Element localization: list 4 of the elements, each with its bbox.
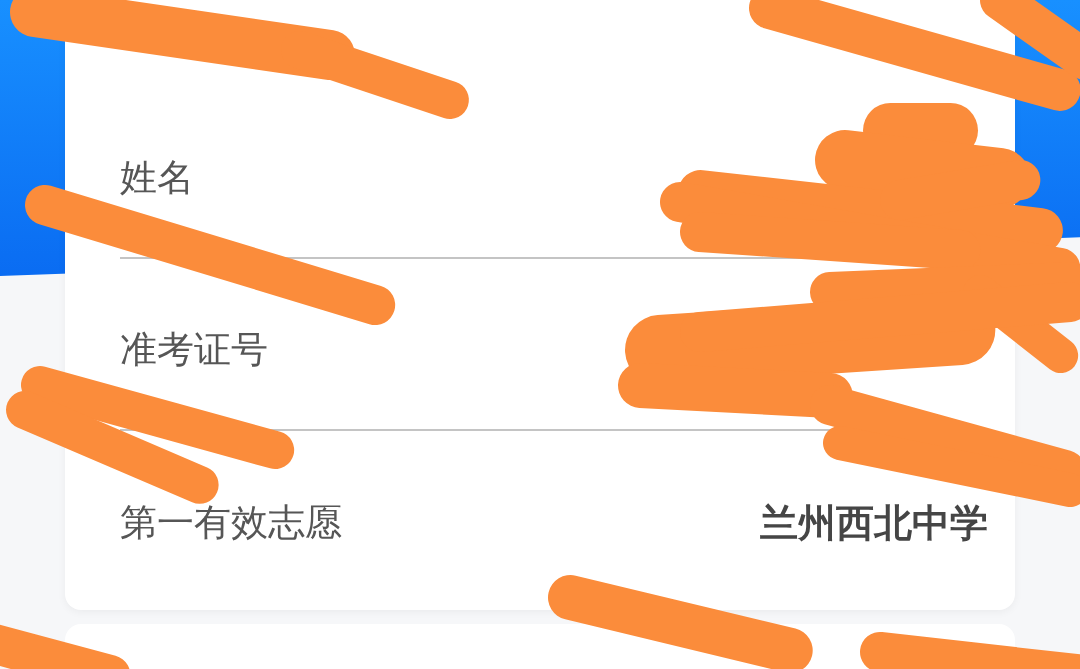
field-label: 姓名: [120, 155, 194, 201]
field-label: 第一有效志愿: [120, 500, 342, 546]
field-value: 兰州西北中学: [760, 499, 988, 547]
field-label: 准考证号: [120, 327, 268, 373]
